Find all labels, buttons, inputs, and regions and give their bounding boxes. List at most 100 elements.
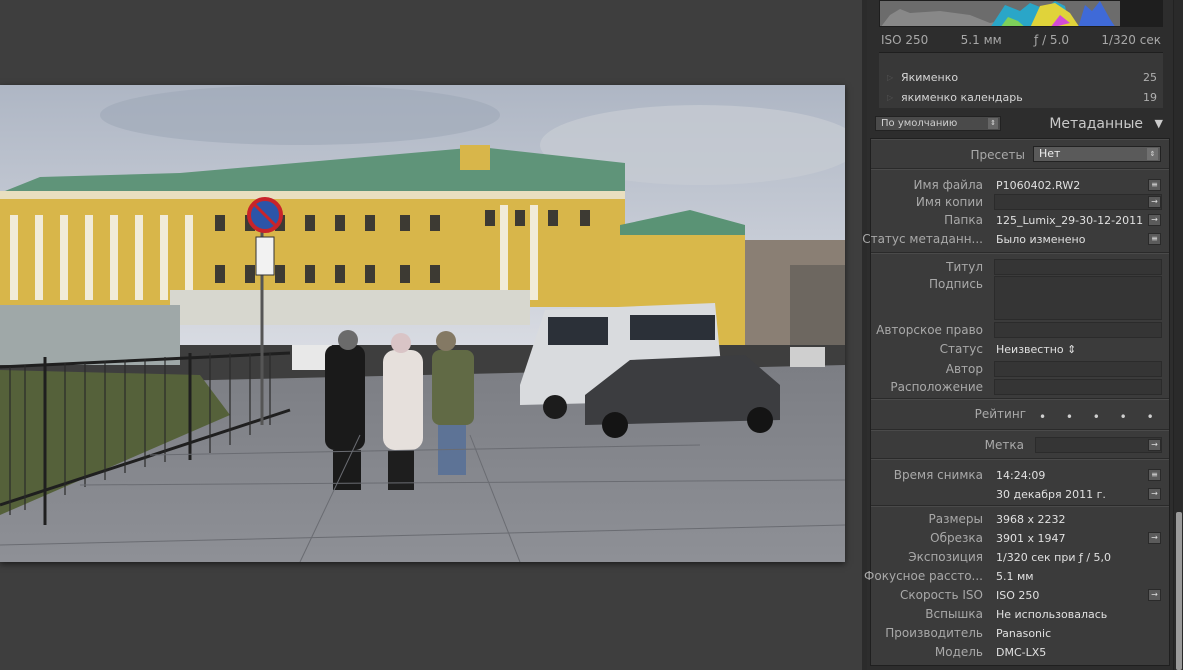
folder-label: Папка <box>944 213 983 227</box>
scrollbar-thumb[interactable] <box>1176 512 1182 670</box>
capture-date-value: 30 декабря 2011 г. <box>996 488 1106 501</box>
caption-row: Подпись <box>871 275 1169 320</box>
histogram-iso: ISO 250 <box>881 33 929 47</box>
capture-time-value: 14:24:09 <box>996 469 1046 482</box>
exif-section: Размеры 3968 x 2232 Обрезка 3901 x 1947 … <box>864 506 1169 667</box>
author-field[interactable] <box>994 361 1162 377</box>
folder-row: Папка 125_Lumix_29-30-12-2011 → <box>871 211 1169 229</box>
copyname-field[interactable] <box>994 194 1162 210</box>
keyword-item[interactable]: ▷ якименко календарь 19 <box>879 87 1163 107</box>
metadata-status-value: Было изменено <box>996 233 1086 246</box>
rating-row: Рейтинг • • • • • <box>871 405 1169 424</box>
metadata-view-select[interactable]: По умолчанию ⇕ <box>875 116 1001 131</box>
list-icon[interactable]: ≡ <box>1148 179 1161 191</box>
location-label: Расположение <box>890 380 983 394</box>
histogram-info: ISO 250 5.1 мм ƒ / 5.0 1/320 сек <box>879 31 1163 49</box>
keyword-count: 25 <box>1143 70 1157 84</box>
stepper-icon: ⇕ <box>988 118 998 129</box>
title-label: Титул <box>946 260 983 274</box>
triangle-down-icon[interactable]: ▼ <box>1155 117 1163 130</box>
filename-label: Имя файла <box>913 178 984 192</box>
histogram[interactable] <box>879 0 1163 27</box>
label-section: Метка → <box>871 430 1169 459</box>
filename-value[interactable]: P1060402.RW2 <box>996 179 1080 192</box>
label-field[interactable] <box>1035 437 1162 453</box>
rating-stars[interactable]: • • • • • <box>1039 410 1162 424</box>
crop-row: Обрезка 3901 x 1947 → <box>871 529 1169 547</box>
keyword-label: якименко календарь <box>901 90 1023 104</box>
copyname-row: Имя копии → <box>871 193 1169 211</box>
copyname-label: Имя копии <box>915 195 983 209</box>
exposure-row: Экспозиция 1/320 сек при ƒ / 5,0 <box>871 548 1169 566</box>
arrow-right-icon[interactable]: → <box>1148 488 1161 500</box>
iptc-section: Титул Подпись Авторское право Статус Неи… <box>871 253 1169 399</box>
copyright-label: Авторское право <box>876 323 983 337</box>
stepper-icon: ⇕ <box>1147 148 1158 160</box>
right-panel: ISO 250 5.1 мм ƒ / 5.0 1/320 сек ▷ Якиме… <box>862 0 1173 670</box>
copyright-status-select[interactable]: Неизвестно ⇕ <box>996 343 1076 356</box>
flash-value: Не использовалась <box>996 608 1108 621</box>
location-field[interactable] <box>994 379 1162 395</box>
location-row: Расположение <box>871 378 1169 396</box>
folder-value: 125_Lumix_29-30-12-2011 <box>996 214 1144 227</box>
make-label: Производитель <box>885 626 983 640</box>
author-label: Автор <box>945 362 983 376</box>
copyright-field[interactable] <box>994 322 1162 338</box>
exposure-value: 1/320 сек при ƒ / 5,0 <box>996 551 1112 564</box>
make-row: Производитель Panasonic <box>871 624 1169 642</box>
dimensions-value: 3968 x 2232 <box>996 513 1066 526</box>
label-label: Метка <box>984 438 1024 452</box>
triangle-right-icon[interactable]: ▷ <box>887 93 901 102</box>
keyword-list: ▷ Якименко 25 ▷ якименко календарь 19 <box>879 52 1163 108</box>
focal-length-row: Фокусное рассто... 5.1 мм <box>864 567 1169 585</box>
make-value: Panasonic <box>996 627 1052 640</box>
model-row: Модель DMC-LX5 <box>871 643 1169 661</box>
capture-date-row: 30 декабря 2011 г. → <box>871 485 1169 503</box>
author-row: Автор <box>871 360 1169 378</box>
stepper-icon: ⇕ <box>1067 343 1077 356</box>
presets-label: Пресеты <box>970 148 1025 162</box>
flash-label: Вспышка <box>925 607 983 621</box>
arrow-right-icon[interactable]: → <box>1148 439 1161 451</box>
metadata-body: Пресеты Нет ⇕ Имя файла P1060402.RW2 ≡ И… <box>862 138 1170 667</box>
keyword-count: 19 <box>1143 90 1157 104</box>
arrow-right-icon[interactable]: → <box>1148 196 1161 208</box>
histogram-aperture: ƒ / 5.0 <box>1034 33 1070 47</box>
list-icon[interactable]: ≡ <box>1148 469 1161 481</box>
arrow-right-icon[interactable]: → <box>1148 214 1161 226</box>
metadata-title[interactable]: Метаданные <box>1049 116 1143 132</box>
arrow-right-icon[interactable]: → <box>1148 589 1161 601</box>
keyword-item[interactable]: ▷ Якименко 25 <box>879 67 1163 87</box>
filename-row: Имя файла P1060402.RW2 ≡ <box>871 176 1169 194</box>
dimensions-row: Размеры 3968 x 2232 <box>871 510 1169 528</box>
exposure-label: Экспозиция <box>908 550 983 564</box>
iso-value: ISO 250 <box>996 589 1040 602</box>
rating-section: Рейтинг • • • • • <box>871 399 1169 430</box>
flash-row: Вспышка Не использовалась <box>871 605 1169 623</box>
photo-image <box>0 85 845 562</box>
label-row: Метка → <box>871 436 1169 454</box>
preview-area <box>0 0 862 670</box>
copyright-row: Авторское право <box>871 321 1169 339</box>
arrow-right-icon[interactable]: → <box>1148 532 1161 544</box>
presets-select[interactable]: Нет ⇕ <box>1033 146 1161 162</box>
presets-section: Пресеты Нет ⇕ <box>871 139 1169 169</box>
keyword-label: Якименко <box>901 70 959 84</box>
copyright-status-row: Статус Неизвестно ⇕ <box>871 340 1169 358</box>
focal-length-label: Фокусное рассто... <box>864 569 983 583</box>
photo-preview[interactable] <box>0 85 845 562</box>
caption-field[interactable] <box>994 276 1162 320</box>
rating-label: Рейтинг <box>974 407 1026 421</box>
presets-value: Нет <box>1039 147 1061 160</box>
metadata-view-value: По умолчанию <box>881 118 958 129</box>
iso-label: Скорость ISO <box>899 588 983 602</box>
list-icon[interactable]: ≡ <box>1148 233 1161 245</box>
focal-length-value: 5.1 мм <box>996 570 1034 583</box>
metadata-status-label: Статус метаданн... <box>862 232 983 246</box>
file-section: Имя файла P1060402.RW2 ≡ Имя копии → Пап… <box>862 169 1169 253</box>
triangle-right-icon[interactable]: ▷ <box>887 73 901 82</box>
crop-value: 3901 x 1947 <box>996 532 1066 545</box>
title-field[interactable] <box>994 259 1162 275</box>
histogram-focal: 5.1 мм <box>960 33 1002 47</box>
metadata-header: По умолчанию ⇕ Метаданные ▼ <box>867 111 1173 138</box>
